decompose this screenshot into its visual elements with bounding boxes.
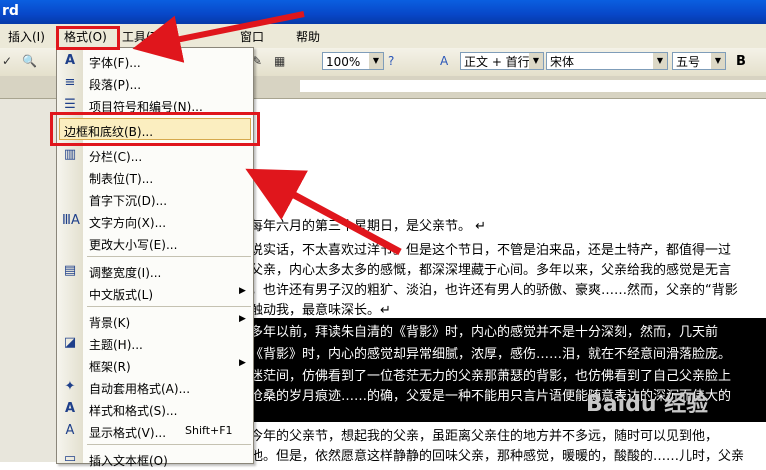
arrow-to-format-menu: [132, 11, 305, 63]
annotation-arrows: [132, 11, 402, 256]
arrow-to-borders-item: [245, 168, 402, 256]
